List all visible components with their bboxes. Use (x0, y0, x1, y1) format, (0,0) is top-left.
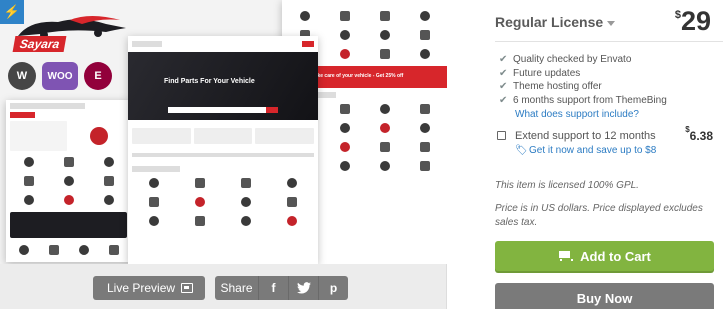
divider (495, 41, 723, 42)
share-group: Share f p (215, 276, 348, 300)
price-amount: 29 (680, 6, 711, 36)
brand-logo: Sayara (10, 14, 130, 52)
feature-item: ✔ Quality checked by Envato (499, 54, 632, 66)
purchase-panel: Regular License $29 ✔ Quality checked by … (447, 0, 723, 309)
mockup-hero: Find Parts For Your Vehicle (128, 52, 318, 120)
item-purchase-page: ⚡ Sayara W WOO E Take care of your vehic… (0, 0, 723, 309)
hero-title: Find Parts For Your Vehicle (164, 78, 255, 85)
add-to-cart-button[interactable]: Add to Cart (495, 241, 714, 271)
price-note: Price is in US dollars. Price displayed … (495, 203, 703, 228)
extend-support-price: $6.38 (685, 125, 713, 143)
mockup-homepage-alt (6, 100, 131, 262)
gpl-note: This item is licensed 100% GPL. (495, 180, 639, 191)
facebook-icon[interactable]: f (258, 276, 288, 300)
extend-support-label[interactable]: Extend support to 12 months (515, 130, 656, 142)
woocommerce-icon: WOO (42, 62, 78, 90)
preview-actions: Live Preview Share f p (0, 276, 447, 300)
check-icon: ✔ (499, 81, 508, 93)
cart-icon (558, 251, 574, 261)
license-label: Regular License (495, 14, 604, 30)
extend-support-checkbox[interactable] (497, 131, 506, 140)
platform-badges: W WOO E (8, 62, 112, 90)
feature-item: ✔ Future updates (499, 67, 581, 79)
share-label: Share (220, 281, 253, 295)
pinterest-icon[interactable]: p (318, 276, 348, 300)
twitter-icon[interactable] (288, 276, 318, 300)
elementor-icon: E (84, 62, 112, 90)
support-info-link[interactable]: What does support include? (515, 109, 639, 120)
tag-icon: 🏷 (515, 145, 528, 156)
promo-text: Take care of your vehicle - Get 25% off (312, 73, 404, 79)
extend-support-option: Extend support to 12 months $6.38 🏷 Get … (497, 125, 717, 160)
check-icon: ✔ (499, 54, 508, 66)
add-to-cart-label: Add to Cart (580, 248, 651, 264)
license-price: $29 (675, 6, 711, 37)
feature-list: ✔ Quality checked by Envato ✔ Future updat… (499, 53, 667, 107)
live-preview-button[interactable]: Live Preview (93, 276, 205, 300)
feature-item: ✔ 6 months support from ThemeBing (499, 94, 667, 106)
license-selector[interactable]: Regular License (495, 14, 616, 30)
feature-item: ✔ Theme hosting offer (499, 81, 602, 93)
preview-window-icon (181, 283, 193, 293)
price-currency: $ (674, 9, 681, 21)
brand-name: Sayara (12, 36, 67, 52)
buy-now-label: Buy Now (576, 290, 633, 306)
live-preview-label: Live Preview (107, 281, 176, 295)
mockup-homepage-main: Find Parts For Your Vehicle (128, 36, 318, 264)
check-icon: ✔ (499, 94, 508, 106)
buy-now-button[interactable]: Buy Now (495, 283, 714, 309)
preview-image[interactable]: ⚡ Sayara W WOO E Take care of your vehic… (0, 0, 447, 264)
twitter-bird-icon (296, 282, 311, 294)
save-offer-link[interactable]: Get it now and save up to $8 (529, 145, 656, 156)
check-icon: ✔ (499, 67, 508, 79)
caret-down-icon (607, 20, 616, 26)
wordpress-icon: W (8, 62, 36, 90)
preview-panel: ⚡ Sayara W WOO E Take care of your vehic… (0, 0, 447, 309)
